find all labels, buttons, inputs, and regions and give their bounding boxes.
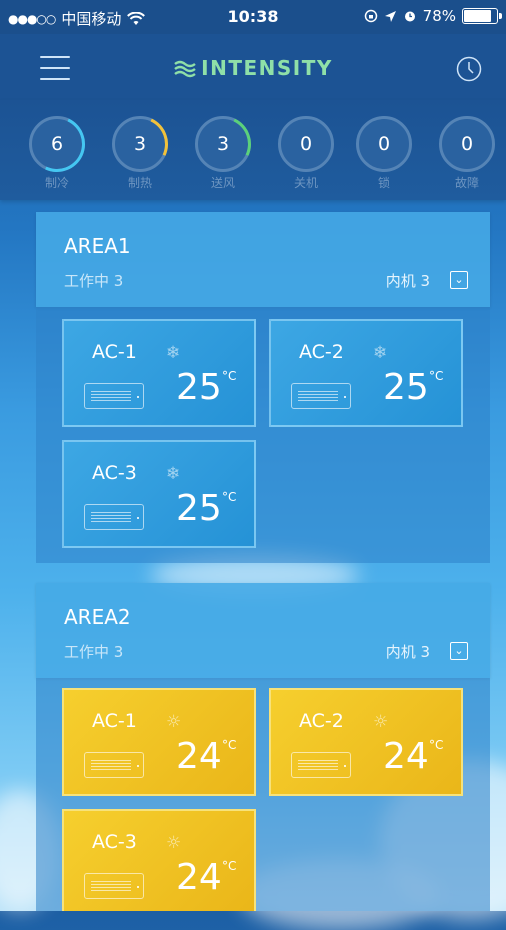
ac-temperature: 24	[176, 736, 222, 777]
ac-card[interactable]: AC-1 ☼ 24 °C	[62, 688, 256, 796]
ac-temperature: 25	[176, 367, 222, 408]
area-header[interactable]: AREA2 工作中 3 内机 3 ⌄	[36, 583, 490, 678]
ac-unit-icon	[84, 752, 144, 778]
ac-unit-icon	[291, 383, 351, 409]
temperature-unit: °C	[222, 738, 237, 752]
stat-heating[interactable]: 3 制热	[110, 116, 170, 191]
ac-unit-icon	[84, 383, 144, 409]
stat-fault[interactable]: 0 故障	[437, 116, 497, 191]
area-unit-count: 内机 3	[385, 272, 430, 290]
stat-count: 0	[460, 133, 474, 155]
temperature-unit: °C	[222, 859, 237, 873]
ac-card[interactable]: AC-2 ❄ 25 °C	[269, 319, 463, 427]
stat-ring: 0	[356, 116, 412, 172]
ac-name: AC-3	[92, 462, 137, 484]
temperature-unit: °C	[429, 369, 444, 383]
chevron-down-icon[interactable]: ⌄	[450, 271, 468, 289]
stat-label: 送风	[210, 176, 235, 190]
brand-wave-icon	[174, 60, 196, 78]
ac-name: AC-3	[92, 831, 137, 853]
stat-label: 锁	[377, 176, 390, 190]
stat-label: 关机	[293, 176, 318, 190]
area-name: AREA1	[64, 234, 131, 258]
stat-count: 6	[50, 133, 64, 155]
area-header[interactable]: AREA1 工作中 3 内机 3 ⌄	[36, 212, 490, 307]
ac-name: AC-2	[299, 710, 344, 732]
status-bar: ●●●○○ 中国移动 10:38 78%	[0, 0, 506, 34]
clock-icon[interactable]	[456, 56, 482, 82]
stat-count: 3	[133, 133, 147, 155]
ac-unit-icon	[84, 873, 144, 899]
stat-count: 0	[299, 133, 313, 155]
stat-ring: 6	[29, 116, 85, 172]
area-working-count: 工作中 3	[64, 272, 124, 290]
area-section-1: AREA1 工作中 3 内机 3 ⌄ AC-1 ❄ 25 °C AC-2 ❄ 2…	[36, 212, 490, 563]
orientation-lock-icon	[364, 9, 377, 23]
status-right: 78%	[364, 7, 502, 25]
area-name: AREA2	[64, 605, 131, 629]
status-summary: 6 制冷 3 制热 3 送风 0 关机 0 锁 0 故障	[0, 100, 506, 200]
stat-count: 3	[216, 133, 230, 155]
ac-card[interactable]: AC-3 ❄ 25 °C	[62, 440, 256, 548]
ac-temperature: 25	[383, 367, 429, 408]
stat-ring: 3	[112, 116, 168, 172]
stat-ring: 3	[195, 116, 251, 172]
ac-card[interactable]: AC-1 ❄ 25 °C	[62, 319, 256, 427]
stat-locked[interactable]: 0 锁	[354, 116, 414, 191]
ac-card[interactable]: AC-2 ☼ 24 °C	[269, 688, 463, 796]
app-header: INTENSITY	[0, 34, 506, 101]
ac-name: AC-1	[92, 341, 137, 363]
battery-percent: 78%	[422, 7, 456, 25]
area-working-count: 工作中 3	[64, 643, 124, 661]
ac-temperature: 25	[176, 488, 222, 529]
battery-icon	[462, 8, 502, 24]
brand-logo: INTENSITY	[0, 56, 506, 80]
stat-label: 故障	[454, 176, 479, 190]
area-unit-count: 内机 3	[385, 643, 430, 661]
ac-card[interactable]: AC-3 ☼ 24 °C	[62, 809, 256, 911]
location-arrow-icon	[384, 10, 396, 22]
brand-name: INTENSITY	[201, 56, 333, 80]
area-device-grid: AC-1 ❄ 25 °C AC-2 ❄ 25 °C AC-3 ❄ 25 °C	[36, 307, 490, 563]
snowflake-icon: ❄	[373, 343, 388, 363]
ac-unit-icon	[84, 504, 144, 530]
snowflake-icon: ❄	[166, 343, 181, 363]
ac-name: AC-2	[299, 341, 344, 363]
sun-icon: ☼	[166, 833, 182, 853]
temperature-unit: °C	[429, 738, 444, 752]
ac-unit-icon	[291, 752, 351, 778]
chevron-down-icon[interactable]: ⌄	[450, 642, 468, 660]
stat-label: 制冷	[44, 176, 69, 190]
snowflake-icon: ❄	[166, 464, 181, 484]
temperature-unit: °C	[222, 490, 237, 504]
stat-fan[interactable]: 3 送风	[193, 116, 253, 191]
stat-count: 0	[377, 133, 391, 155]
area-section-2: AREA2 工作中 3 内机 3 ⌄ AC-1 ☼ 24 °C AC-2 ☼ 2…	[36, 583, 490, 911]
area-device-grid: AC-1 ☼ 24 °C AC-2 ☼ 24 °C AC-3 ☼ 24 °C	[36, 678, 490, 911]
stat-ring: 0	[278, 116, 334, 172]
stat-cooling[interactable]: 6 制冷	[27, 116, 87, 191]
stat-ring: 0	[439, 116, 495, 172]
ac-name: AC-1	[92, 710, 137, 732]
stat-off[interactable]: 0 关机	[276, 116, 336, 191]
sun-icon: ☼	[166, 712, 182, 732]
ac-temperature: 24	[383, 736, 429, 777]
alarm-icon	[404, 11, 415, 22]
temperature-unit: °C	[222, 369, 237, 383]
sun-icon: ☼	[373, 712, 389, 732]
ac-temperature: 24	[176, 857, 222, 898]
stat-label: 制热	[127, 176, 152, 190]
